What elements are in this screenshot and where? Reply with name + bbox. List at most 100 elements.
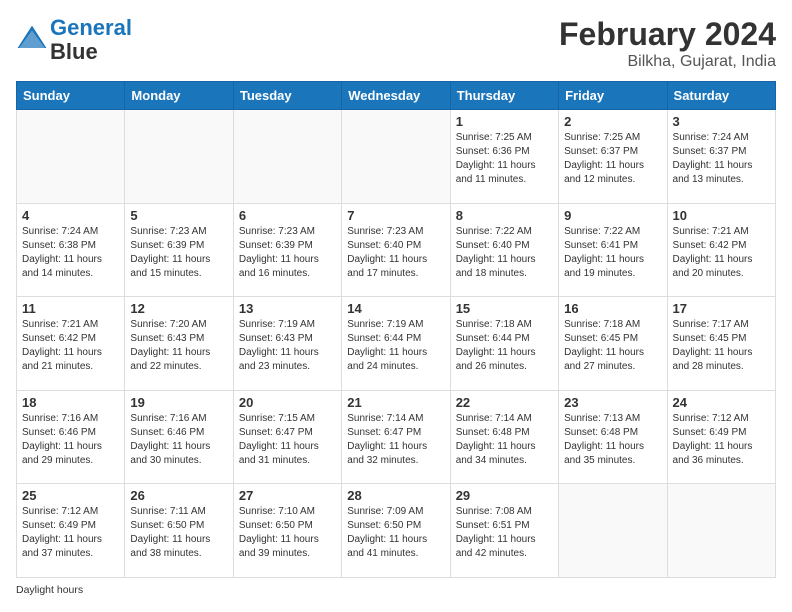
day-number: 16: [564, 301, 661, 316]
week-row-4: 18 Sunrise: 7:16 AMSunset: 6:46 PMDayligh…: [17, 390, 776, 484]
day-number: 15: [456, 301, 553, 316]
day-number: 27: [239, 488, 336, 503]
day-number: 5: [130, 208, 227, 223]
day-cell: 9 Sunrise: 7:22 AMSunset: 6:41 PMDaylight…: [559, 203, 667, 297]
day-info: Sunrise: 7:11 AMSunset: 6:50 PMDaylight:…: [130, 505, 227, 561]
day-cell: 11Sunrise: 7:21 AMSunset: 6:42 PMDayligh…: [17, 297, 125, 391]
week-row-1: 1 Sunrise: 7:25 AMSunset: 6:36 PMDaylight…: [17, 110, 776, 204]
title-block: February 2024 Bilkha, Gujarat, India: [559, 16, 776, 71]
day-number: 1: [456, 114, 553, 129]
day-info: Sunrise: 7:15 AMSunset: 6:47 PMDaylight:…: [239, 412, 336, 468]
day-number: 13: [239, 301, 336, 316]
day-number: 23: [564, 395, 661, 410]
weekday-header-wednesday: Wednesday: [342, 82, 450, 110]
day-cell: [17, 110, 125, 204]
day-info: Sunrise: 7:25 AMSunset: 6:37 PMDaylight:…: [564, 131, 661, 187]
day-number: 25: [22, 488, 119, 503]
day-cell: 15Sunrise: 7:18 AMSunset: 6:44 PMDayligh…: [450, 297, 558, 391]
day-number: 26: [130, 488, 227, 503]
day-number: 21: [347, 395, 444, 410]
weekday-header-friday: Friday: [559, 82, 667, 110]
day-cell: 24 Sunrise: 7:12 AMSunset: 6:49 PMDayligh…: [667, 390, 775, 484]
day-cell: 20 Sunrise: 7:15 AMSunset: 6:47 PMDayligh…: [233, 390, 341, 484]
day-number: 29: [456, 488, 553, 503]
header: General Blue February 2024 Bilkha, Gujar…: [16, 16, 776, 71]
day-number: 4: [22, 208, 119, 223]
page: General Blue February 2024 Bilkha, Gujar…: [0, 0, 792, 612]
day-cell: 12 Sunrise: 7:20 AMSunset: 6:43 PMDayligh…: [125, 297, 233, 391]
day-number: 20: [239, 395, 336, 410]
day-info: Sunrise: 7:20 AMSunset: 6:43 PMDaylight:…: [130, 318, 227, 374]
day-cell: 29 Sunrise: 7:08 AMSunset: 6:51 PMDayligh…: [450, 484, 558, 578]
day-info: Sunrise: 7:17 AMSunset: 6:45 PMDaylight:…: [673, 318, 770, 374]
day-number: 28: [347, 488, 444, 503]
day-info: Sunrise: 7:08 AMSunset: 6:51 PMDaylight:…: [456, 505, 553, 561]
day-cell: 28 Sunrise: 7:09 AMSunset: 6:50 PMDayligh…: [342, 484, 450, 578]
day-cell: 26 Sunrise: 7:11 AMSunset: 6:50 PMDayligh…: [125, 484, 233, 578]
day-info: Sunrise: 7:19 AMSunset: 6:43 PMDaylight:…: [239, 318, 336, 374]
day-info: Sunrise: 7:10 AMSunset: 6:50 PMDaylight:…: [239, 505, 336, 561]
day-info: Sunrise: 7:24 AMSunset: 6:37 PMDaylight:…: [673, 131, 770, 187]
day-cell: 8 Sunrise: 7:22 AMSunset: 6:40 PMDaylight…: [450, 203, 558, 297]
day-info: Sunrise: 7:12 AMSunset: 6:49 PMDaylight:…: [673, 412, 770, 468]
day-info: Sunrise: 7:22 AMSunset: 6:41 PMDaylight:…: [564, 225, 661, 281]
day-number: 18: [22, 395, 119, 410]
day-number: 3: [673, 114, 770, 129]
day-cell: [125, 110, 233, 204]
day-info: Sunrise: 7:12 AMSunset: 6:49 PMDaylight:…: [22, 505, 119, 561]
week-row-3: 11Sunrise: 7:21 AMSunset: 6:42 PMDayligh…: [17, 297, 776, 391]
day-info: Sunrise: 7:13 AMSunset: 6:48 PMDaylight:…: [564, 412, 661, 468]
day-info: Sunrise: 7:18 AMSunset: 6:45 PMDaylight:…: [564, 318, 661, 374]
day-cell: 6 Sunrise: 7:23 AMSunset: 6:39 PMDaylight…: [233, 203, 341, 297]
day-number: 9: [564, 208, 661, 223]
day-info: Sunrise: 7:25 AMSunset: 6:36 PMDaylight:…: [456, 131, 553, 187]
day-cell: 22Sunrise: 7:14 AMSunset: 6:48 PMDayligh…: [450, 390, 558, 484]
day-info: Sunrise: 7:16 AMSunset: 6:46 PMDaylight:…: [130, 412, 227, 468]
day-cell: 27 Sunrise: 7:10 AMSunset: 6:50 PMDayligh…: [233, 484, 341, 578]
day-cell: 5 Sunrise: 7:23 AMSunset: 6:39 PMDaylight…: [125, 203, 233, 297]
logo: General Blue: [16, 16, 132, 64]
day-number: 17: [673, 301, 770, 316]
day-number: 12: [130, 301, 227, 316]
calendar-title: February 2024: [559, 16, 776, 53]
day-cell: 4Sunrise: 7:24 AMSunset: 6:38 PMDaylight…: [17, 203, 125, 297]
day-info: Sunrise: 7:09 AMSunset: 6:50 PMDaylight:…: [347, 505, 444, 561]
day-cell: [559, 484, 667, 578]
day-info: Sunrise: 7:22 AMSunset: 6:40 PMDaylight:…: [456, 225, 553, 281]
day-info: Sunrise: 7:23 AMSunset: 6:39 PMDaylight:…: [239, 225, 336, 281]
day-number: 11: [22, 301, 119, 316]
weekday-header-saturday: Saturday: [667, 82, 775, 110]
day-cell: 13 Sunrise: 7:19 AMSunset: 6:43 PMDayligh…: [233, 297, 341, 391]
day-number: 6: [239, 208, 336, 223]
day-cell: 25 Sunrise: 7:12 AMSunset: 6:49 PMDayligh…: [17, 484, 125, 578]
day-number: 19: [130, 395, 227, 410]
day-info: Sunrise: 7:14 AMSunset: 6:48 PMDaylight:…: [456, 412, 553, 468]
day-cell: 21 Sunrise: 7:14 AMSunset: 6:47 PMDayligh…: [342, 390, 450, 484]
day-info: Sunrise: 7:14 AMSunset: 6:47 PMDaylight:…: [347, 412, 444, 468]
day-info: Sunrise: 7:19 AMSunset: 6:44 PMDaylight:…: [347, 318, 444, 374]
weekday-header-sunday: Sunday: [17, 82, 125, 110]
day-number: 14: [347, 301, 444, 316]
day-cell: 10Sunrise: 7:21 AMSunset: 6:42 PMDayligh…: [667, 203, 775, 297]
day-cell: 18 Sunrise: 7:16 AMSunset: 6:46 PMDayligh…: [17, 390, 125, 484]
day-info: Sunrise: 7:16 AMSunset: 6:46 PMDaylight:…: [22, 412, 119, 468]
day-number: 8: [456, 208, 553, 223]
day-info: Sunrise: 7:23 AMSunset: 6:39 PMDaylight:…: [130, 225, 227, 281]
day-cell: 17 Sunrise: 7:17 AMSunset: 6:45 PMDayligh…: [667, 297, 775, 391]
week-row-2: 4Sunrise: 7:24 AMSunset: 6:38 PMDaylight…: [17, 203, 776, 297]
week-row-5: 25 Sunrise: 7:12 AMSunset: 6:49 PMDayligh…: [17, 484, 776, 578]
day-cell: [667, 484, 775, 578]
day-info: Sunrise: 7:21 AMSunset: 6:42 PMDaylight:…: [673, 225, 770, 281]
weekday-header-row: SundayMondayTuesdayWednesdayThursdayFrid…: [17, 82, 776, 110]
day-number: 24: [673, 395, 770, 410]
footer-note: Daylight hours: [16, 584, 776, 596]
logo-icon: [16, 24, 48, 56]
day-cell: 14 Sunrise: 7:19 AMSunset: 6:44 PMDayligh…: [342, 297, 450, 391]
day-cell: 23 Sunrise: 7:13 AMSunset: 6:48 PMDayligh…: [559, 390, 667, 484]
day-info: Sunrise: 7:23 AMSunset: 6:40 PMDaylight:…: [347, 225, 444, 281]
calendar-subtitle: Bilkha, Gujarat, India: [559, 53, 776, 71]
weekday-header-thursday: Thursday: [450, 82, 558, 110]
day-cell: 1 Sunrise: 7:25 AMSunset: 6:36 PMDaylight…: [450, 110, 558, 204]
weekday-header-tuesday: Tuesday: [233, 82, 341, 110]
day-cell: 2Sunrise: 7:25 AMSunset: 6:37 PMDaylight…: [559, 110, 667, 204]
